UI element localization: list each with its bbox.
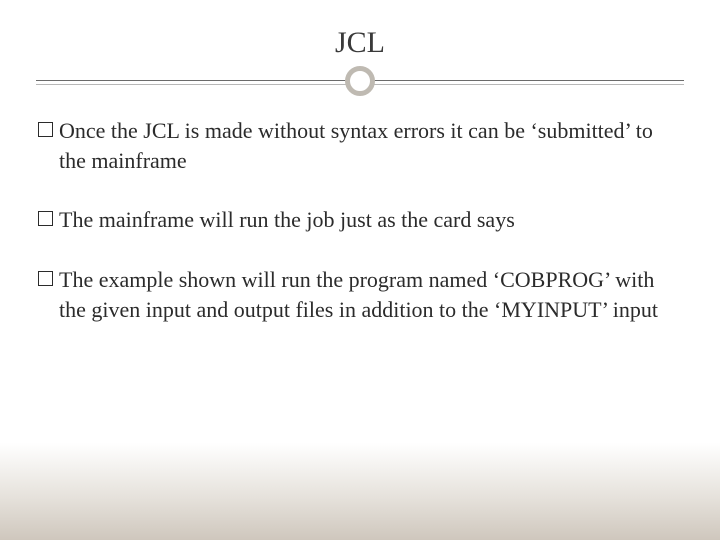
- slide-title-wrap: JCL: [36, 26, 684, 80]
- square-bullet-icon: [38, 211, 53, 226]
- bullet-text: The mainframe will run the job just as t…: [59, 205, 682, 235]
- ring-ornament-icon: [345, 66, 375, 96]
- bullet-text: Once the JCL is made without syntax erro…: [59, 116, 682, 175]
- list-item: The example shown will run the program n…: [38, 265, 682, 324]
- slide: JCL Once the JCL is made without syntax …: [0, 0, 720, 540]
- square-bullet-icon: [38, 271, 53, 286]
- square-bullet-icon: [38, 122, 53, 137]
- bullet-text: The example shown will run the program n…: [59, 265, 682, 324]
- list-item: The mainframe will run the job just as t…: [38, 205, 682, 235]
- slide-content: Once the JCL is made without syntax erro…: [36, 116, 684, 324]
- list-item: Once the JCL is made without syntax erro…: [38, 116, 682, 175]
